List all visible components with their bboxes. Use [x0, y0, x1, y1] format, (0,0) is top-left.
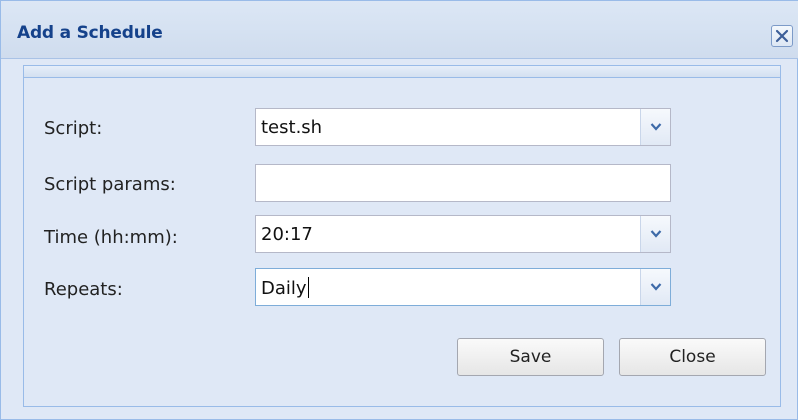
- time-dropdown-trigger[interactable]: [640, 216, 670, 252]
- dialog-toolbar: [23, 65, 781, 78]
- time-value[interactable]: 20:17: [261, 224, 313, 245]
- chevron-down-icon: [650, 123, 662, 131]
- close-icon: [775, 29, 789, 43]
- dialog-body: Script: test.sh Script params: Time (hh:…: [23, 78, 781, 407]
- repeats-label: Repeats:: [44, 279, 123, 300]
- dialog-titlebar[interactable]: Add a Schedule: [1, 1, 798, 59]
- repeats-combo[interactable]: Daily: [255, 268, 671, 306]
- script-label: Script:: [44, 118, 103, 139]
- script-dropdown-trigger[interactable]: [640, 109, 670, 145]
- chevron-down-icon: [650, 230, 662, 238]
- text-caret: [307, 277, 309, 298]
- script-value[interactable]: test.sh: [261, 117, 322, 138]
- script-params-label: Script params:: [44, 174, 176, 195]
- add-schedule-dialog: Add a Schedule Script: test.sh Script pa…: [0, 0, 798, 420]
- close-button[interactable]: Close: [619, 338, 766, 376]
- script-params-input[interactable]: [255, 164, 671, 202]
- close-dialog-button[interactable]: [771, 25, 793, 47]
- repeats-dropdown-trigger[interactable]: [640, 269, 670, 305]
- script-combo[interactable]: test.sh: [255, 108, 671, 146]
- repeats-value-wrap[interactable]: Daily: [261, 277, 309, 299]
- time-label: Time (hh:mm):: [44, 227, 178, 248]
- time-combo[interactable]: 20:17: [255, 215, 671, 253]
- repeats-value: Daily: [261, 278, 307, 299]
- dialog-title: Add a Schedule: [17, 23, 163, 43]
- save-button[interactable]: Save: [457, 338, 604, 376]
- chevron-down-icon: [650, 283, 662, 291]
